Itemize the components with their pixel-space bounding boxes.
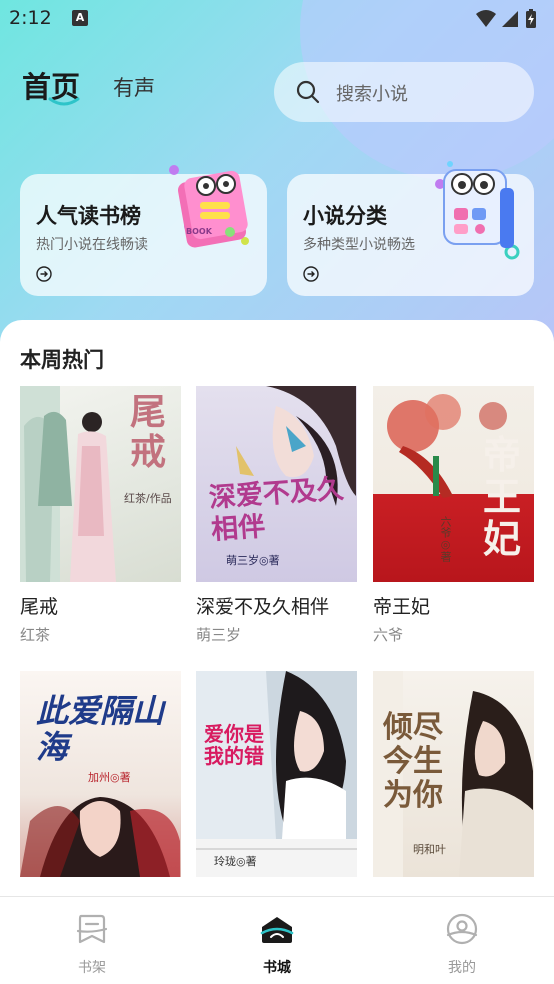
status-bar: 2:12 A	[0, 0, 554, 40]
card-subtitle: 热门小说在线畅读	[36, 237, 148, 253]
profile-icon	[446, 913, 478, 945]
cover-author: 六爷◎著	[439, 516, 452, 562]
book-art-label: BOOK	[186, 227, 213, 236]
battery-icon	[526, 9, 536, 28]
book-title: 帝王妃	[373, 596, 431, 618]
arrow-right-icon	[303, 266, 319, 282]
active-tab-indicator	[48, 97, 80, 106]
wifi-icon	[476, 10, 496, 27]
nav-profile[interactable]: 我的	[402, 897, 522, 984]
cover-title: 深爱不及久相伴	[207, 473, 345, 546]
book-cover[interactable]: 此爱隔山海 加州◎著	[20, 671, 181, 877]
arrow-right-icon	[36, 266, 52, 282]
book-cover[interactable]: 深爱不及久相伴 萌三岁◎著	[196, 386, 357, 582]
book-author: 六爷	[373, 626, 404, 644]
card-title: 小说分类	[303, 204, 387, 228]
cover-author: 加州◎著	[88, 771, 131, 784]
cover-title: 尾戒	[130, 391, 167, 473]
book-author: 红茶	[20, 626, 51, 644]
search-icon	[296, 80, 320, 104]
cover-title: 倾尽今生为你	[383, 710, 443, 813]
nav-label: 书城	[263, 960, 291, 976]
search-placeholder: 搜索小说	[336, 84, 408, 105]
book-author: 萌三岁	[196, 626, 242, 644]
nav-label: 书架	[78, 960, 106, 976]
cover-title: 此爱隔山海	[36, 692, 165, 766]
card-title: 人气读书榜	[36, 204, 141, 228]
book-mascot-icon: BOOK	[169, 165, 249, 248]
signal-icon	[502, 11, 518, 27]
cover-title: 帝王妃	[483, 432, 522, 561]
category-mascot-icon	[435, 161, 520, 260]
book-cover[interactable]: 爱你是我的错 玲珑◎著	[196, 671, 357, 877]
bottom-nav: 书架 书城 我的	[0, 896, 554, 984]
cover-author: 明和叶	[413, 843, 446, 856]
book-title: 深爱不及久相伴	[196, 596, 330, 618]
bookstore-icon	[260, 917, 294, 943]
cover-author: 玲珑◎著	[214, 855, 257, 868]
nav-bookshelf[interactable]: 书架	[32, 897, 152, 984]
cover-title: 爱你是我的错	[204, 722, 264, 768]
cover-illustration	[196, 671, 357, 850]
book-title: 尾戒	[20, 596, 59, 618]
book-cover[interactable]: 帝王妃 六爷◎著	[373, 386, 534, 582]
book-cover[interactable]: 倾尽今生为你 明和叶	[373, 671, 534, 877]
nav-label: 我的	[448, 960, 476, 976]
search-input[interactable]: 搜索小说	[274, 62, 534, 122]
book-cover[interactable]: 尾戒 红茶/作品	[20, 386, 181, 582]
notification-icon: A	[72, 10, 88, 26]
status-icons	[476, 9, 536, 28]
status-time: 2:12	[9, 7, 52, 29]
section-title: 本周热门	[20, 348, 104, 372]
cover-author: 红茶/作品	[124, 492, 172, 505]
card-subtitle: 多种类型小说畅选	[303, 237, 415, 253]
bookshelf-icon	[76, 914, 108, 944]
tab-audio[interactable]: 有声	[113, 72, 155, 102]
cover-author: 萌三岁◎著	[226, 554, 280, 567]
nav-bookstore[interactable]: 书城	[217, 897, 337, 984]
